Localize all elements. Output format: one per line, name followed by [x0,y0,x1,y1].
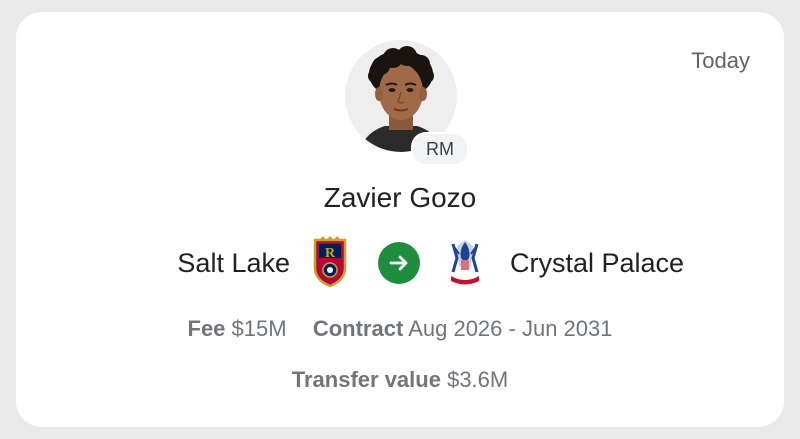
svg-text:R: R [325,246,336,261]
fee-value: $15M [231,316,287,341]
player-name[interactable]: Zavier Gozo [16,182,784,214]
transfer-details: Fee $15M Contract Aug 2026 - Jun 2031 [16,316,784,342]
transfer-value-label: Transfer value [291,367,441,392]
player-avatar-container[interactable]: RM [345,40,469,166]
arrow-right-icon [389,255,408,271]
transfer-arrow-button [378,242,420,284]
fee-label: Fee [187,316,226,341]
from-club-name[interactable]: Salt Lake [177,248,290,279]
to-club-name[interactable]: Crystal Palace [510,248,684,279]
contract-value: Aug 2026 - Jun 2031 [408,316,613,341]
transfer-value-amount: $3.6M [447,367,509,392]
position-badge: RM [411,132,469,166]
transfer-card[interactable]: Today RM Zavier Gozo Salt Lake R Crystal… [16,12,784,427]
transfer-value-line: Transfer value $3.6M [16,367,784,393]
contract-label: Contract [312,316,404,341]
transfer-route: Salt Lake R Crystal Palace [16,234,784,290]
transfer-date: Today [691,48,750,73]
real-salt-lake-crest-icon[interactable]: R [312,236,348,293]
crystal-palace-crest-icon[interactable] [445,236,485,293]
